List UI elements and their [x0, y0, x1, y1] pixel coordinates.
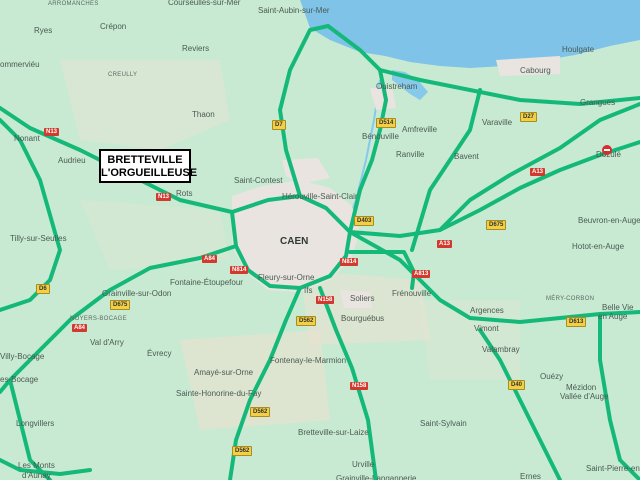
place-label: Beuvron-en-Auge [578, 216, 640, 225]
place-label: CREULLY [108, 72, 138, 78]
place-label: Grainville-sur-Odon [102, 289, 172, 298]
road-number-shield: N814 [340, 258, 359, 266]
road-closure-icon[interactable] [602, 145, 612, 155]
place-label: Soliers [350, 294, 375, 303]
place-label: Évrecy [147, 349, 172, 358]
place-label: Bourguébus [341, 314, 385, 323]
place-label: Sainte-Honorine-du-Fay [176, 389, 262, 398]
road-number-shield: D675 [110, 300, 131, 310]
road-number-shield: D40 [508, 380, 526, 390]
place-label: Ernes [520, 472, 541, 480]
place-label: Reviers [182, 44, 210, 53]
road-west [0, 118, 62, 312]
road-number-shield: N814 [230, 266, 249, 274]
place-label: Urville [352, 460, 375, 469]
road-number-shield: N13 [44, 128, 60, 136]
road-number-shield: D514 [376, 118, 397, 128]
place-label: Ryes [34, 26, 53, 35]
road-number-shield: D562 [250, 407, 271, 417]
sea-area [300, 0, 640, 68]
location-callout[interactable]: BRETTEVILLE L'ORGUEILLEUSE [99, 149, 198, 183]
place-label: d'Aunay [22, 471, 51, 480]
road-number-shield: A13 [437, 240, 453, 248]
place-label: Fleury-sur-Orne [258, 273, 315, 282]
road-number-shield: A84 [202, 255, 218, 263]
place-label: Varaville [482, 118, 513, 127]
place-label: Ouézy [540, 372, 564, 381]
place-label: Audrieu [58, 156, 86, 165]
road-number-shield: D613 [566, 317, 587, 327]
road-number-shield: N158 [316, 296, 335, 304]
place-label: en Auge [598, 312, 628, 321]
road-number-shield: N13 [156, 193, 172, 201]
road-number-shield: D562 [232, 446, 253, 456]
place-label: Bénouville [362, 132, 399, 141]
place-label: Grangues [580, 98, 616, 107]
place-label: Tilly-sur-Seulles [10, 234, 67, 243]
road-number-shield: D27 [520, 112, 538, 122]
place-label: Saint-Pierre-en- [586, 464, 640, 473]
callout-line-2: L'ORGUEILLEUSE [101, 167, 198, 179]
place-label: Argences [470, 306, 504, 315]
place-label: Grainville-Langannerie [336, 474, 417, 480]
place-label: Courseulles-sur-Mer [168, 0, 241, 7]
road-number-shield: D675 [486, 220, 507, 230]
field-area [60, 60, 230, 150]
place-label: es-Bocage [0, 375, 39, 384]
place-label: Cabourg [520, 66, 551, 75]
map-canvas[interactable]: ARROMANCHES Courseulles-sur-Mer Saint-Aubi… [0, 0, 640, 480]
road-number-shield: A813 [412, 270, 431, 278]
place-label: Bavent [454, 152, 479, 161]
place-label: Val d'Arry [90, 338, 124, 347]
callout-line-1: BRETTEVILLE [107, 154, 183, 166]
place-label: Frénouville [392, 289, 432, 298]
road-number-shield: N158 [350, 382, 369, 390]
place-label: Belle Vie [602, 303, 634, 312]
place-label: Amfreville [402, 125, 438, 134]
place-label: Saint-Contest [234, 176, 283, 185]
place-label: ARROMANCHES [48, 1, 99, 7]
road-number-shield: D562 [296, 316, 317, 326]
road-number-shield: A13 [530, 168, 546, 176]
place-label: Bretteville-sur-Laize [298, 428, 369, 437]
place-label: Saint-Sylvain [420, 419, 467, 428]
place-label: Mézidon [566, 383, 597, 392]
place-label: Villy-Bocage [0, 352, 45, 361]
road-number-shield: D403 [354, 216, 375, 226]
place-label: Longvillers [16, 419, 55, 428]
place-label: Ranville [396, 150, 425, 159]
road-number-shield: D7 [272, 120, 286, 130]
place-label: Rots [176, 189, 193, 198]
place-label: Houlgate [562, 45, 595, 54]
place-label: Crépon [100, 22, 127, 31]
place-label: Thaon [192, 110, 215, 119]
place-label: MÉRY-CORBON [546, 296, 595, 302]
place-label: Ifs [304, 286, 313, 295]
city-label-caen: CAEN [280, 236, 309, 247]
place-label: Vimont [474, 324, 499, 333]
place-label: Hérouville-Saint-Clair [282, 192, 358, 201]
place-label: ommerviéu [0, 60, 40, 69]
place-label: Saint-Aubin-sur-Mer [258, 6, 330, 15]
road-number-shield: D6 [36, 284, 50, 294]
place-label: Les Monts [18, 461, 55, 470]
place-label: Ouistreham [376, 82, 418, 91]
place-label: Fontenay-le-Marmion [270, 356, 347, 365]
place-label: Fontaine-Étoupefour [170, 278, 243, 287]
place-label: Vallée d'Auge [560, 392, 609, 401]
place-label: Amayé-sur-Orne [194, 368, 254, 377]
place-label: NOYERS-BOCAGE [70, 316, 127, 322]
place-label: Valambray [482, 345, 520, 354]
place-label: Hotot-en-Auge [572, 242, 625, 251]
road-number-shield: A84 [72, 324, 88, 332]
place-label: Nonant [14, 134, 40, 143]
